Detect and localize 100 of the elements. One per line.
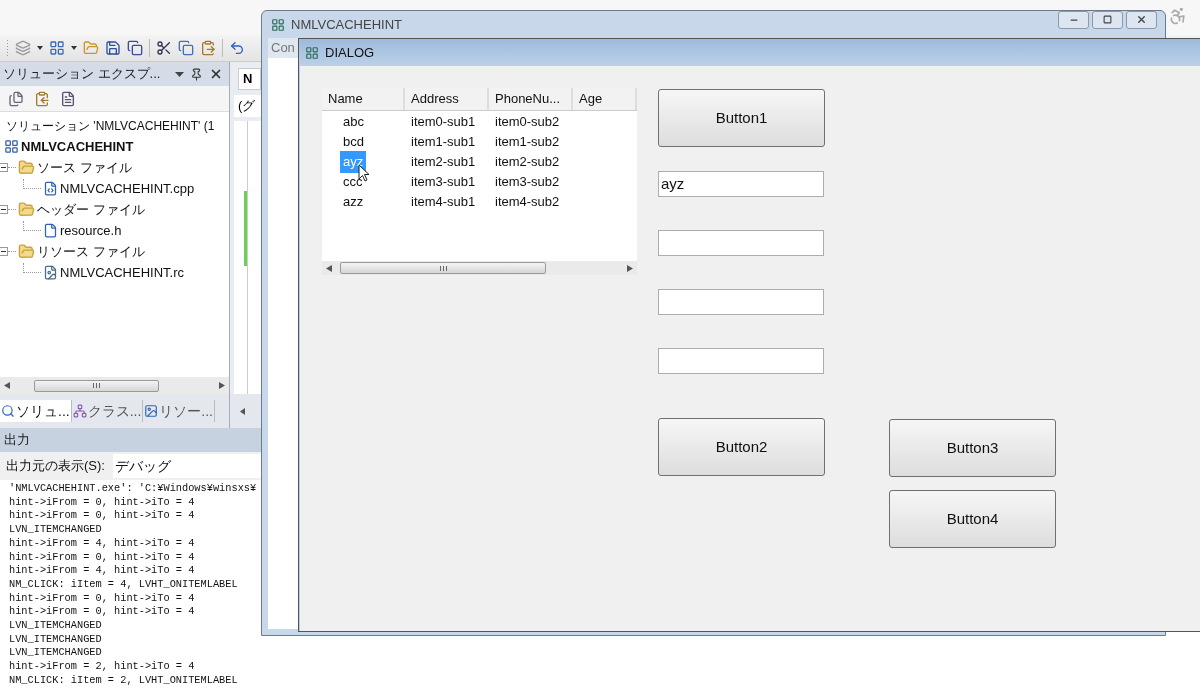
output-line: hint->iFrom = 0, hint->iTo = 4 — [9, 550, 195, 565]
output-line: hint->iFrom = 0, hint->iTo = 4 — [9, 509, 195, 524]
output-line: hint->iFrom = 4, hint->iTo = 4 — [9, 536, 195, 551]
tree-item[interactable]: NMLVCACHEHINT — [21, 136, 134, 157]
folder-icon — [18, 159, 35, 176]
field-label: 出力元の表示(S): — [6, 457, 105, 476]
panel-title: 出力 — [4, 431, 30, 450]
output-line: hint->iFrom = 0, hint->iTo = 4 — [9, 605, 195, 620]
text-field[interactable]: ayz — [658, 171, 824, 197]
files-icon[interactable] — [8, 90, 24, 107]
grid-icon[interactable] — [49, 40, 65, 56]
clipboard-icon[interactable] — [34, 90, 50, 107]
dialog-button[interactable]: Button2 — [658, 418, 825, 476]
text-field[interactable] — [658, 230, 824, 256]
collapse-toggle[interactable] — [0, 163, 8, 172]
scroll-right-icon[interactable] — [627, 264, 633, 272]
list-cell-text: item2-sub2 — [495, 153, 560, 172]
output-line: LVN_ITEMCHANGED — [9, 646, 102, 661]
output-line: NM_CLICK: iItem = 2, LVHT_ONITEMLABEL — [9, 673, 238, 688]
dialog-button[interactable]: Button4 — [889, 490, 1056, 548]
caret-icon[interactable] — [37, 46, 43, 50]
file-icon — [43, 223, 58, 238]
output-line: LVN_ITEMCHANGED — [9, 523, 102, 537]
scroll-right-icon[interactable] — [219, 382, 225, 389]
list-cell[interactable]: abc — [340, 111, 367, 133]
scrollbar-thumb[interactable] — [34, 379, 159, 392]
output-line: NM_CLICK: iItem = 4, LVHT_ONITEMLABEL — [9, 577, 238, 592]
list-cell-text: item0-sub2 — [495, 113, 560, 132]
maximize-button[interactable] — [1092, 10, 1123, 29]
menu-item[interactable]: Con — [271, 38, 295, 58]
list-cell-text: item1-sub2 — [495, 133, 560, 152]
minimize-button[interactable] — [1058, 10, 1089, 29]
list-cell-text: item0-sub1 — [411, 113, 476, 132]
text-field[interactable] — [658, 348, 824, 374]
close-button[interactable] — [1126, 10, 1157, 29]
text-field[interactable] — [658, 289, 824, 315]
output-line: hint->iFrom = 4, hint->iTo = 4 — [9, 564, 195, 578]
grip-icon — [93, 383, 100, 388]
column-header[interactable]: PhoneNu... — [489, 88, 573, 110]
panel-tab[interactable]: リソー... — [143, 400, 215, 422]
code-file-icon — [43, 181, 58, 196]
list-cell-text: item1-sub1 — [411, 133, 476, 152]
dialog-button[interactable]: Button1 — [658, 89, 825, 147]
search-icon — [1, 404, 15, 418]
dialog-button[interactable]: Button3 — [889, 419, 1056, 477]
output-line: hint->iFrom = 0, hint->iTo = 4 — [9, 495, 195, 510]
list-cell-text: item4-sub1 — [411, 193, 476, 212]
tree-item[interactable]: ヘッダー ファイル — [37, 199, 145, 220]
output-line: hint->iFrom = 0, hint->iTo = 4 — [9, 591, 195, 606]
column-header[interactable]: Name — [322, 88, 405, 110]
list-cell[interactable]: azz — [340, 191, 367, 213]
list-cell-text: item4-sub2 — [495, 193, 560, 212]
scroll-left-icon[interactable] — [240, 407, 245, 415]
toolbar-grip-icon[interactable] — [6, 39, 9, 57]
window-title: NMLVCACHEHINT — [291, 15, 402, 34]
close-icon — [1136, 14, 1147, 25]
tree-item[interactable]: NMLVCACHEHINT.cpp — [60, 178, 195, 199]
folder-icon — [18, 243, 35, 260]
column-header[interactable]: Address — [405, 88, 489, 110]
pin-icon[interactable] — [190, 67, 203, 81]
tree-item[interactable]: ソース ファイル — [37, 157, 132, 178]
output-line: LVN_ITEMCHANGED — [9, 632, 102, 647]
tree-item[interactable]: リソース ファイル — [37, 241, 145, 262]
maximize-icon — [1103, 15, 1112, 24]
paste-icon[interactable] — [200, 40, 216, 56]
panel-tab[interactable]: ソリュ... — [0, 400, 72, 422]
tree-item[interactable]: NMLVCACHEHINT.rc — [60, 262, 184, 283]
column-header[interactable]: Age — [573, 88, 637, 110]
undo-icon[interactable] — [229, 40, 245, 56]
output-line: LVN_ITEMCHANGED — [9, 619, 102, 633]
editor-combo[interactable]: (グ — [234, 95, 261, 117]
scroll-left-icon[interactable] — [326, 264, 332, 272]
output-line: 'NMLVCACHEHINT.exe': 'C:¥Windows¥winsxs¥ — [9, 482, 257, 496]
list-cell-text: item3-sub2 — [495, 173, 560, 192]
grip-icon — [439, 265, 447, 271]
output-line: hint->iFrom = 2, hint->iTo = 4 — [9, 660, 195, 674]
panel-title: ソリューション エクスプ... — [3, 65, 162, 84]
scissors-icon[interactable] — [156, 40, 172, 56]
collapse-toggle[interactable] — [0, 205, 8, 214]
collapse-toggle[interactable] — [0, 247, 8, 256]
resource-file-icon — [43, 265, 58, 280]
list-view[interactable]: Name Address PhoneNu... Age abc item0-sub1 item0-sub2 bcd item1-sub1 item1-sub2 ayz item2-sub1 item2-sub2 ccc item3-sub1 item3-sub2 azz item4-sub1 item4-sub2 — [322, 88, 637, 275]
tree-item[interactable]: ソリューション 'NMLVCACHEHINT' (1 — [6, 116, 215, 135]
scroll-left-icon[interactable] — [4, 382, 10, 389]
window-title: DIALOG — [325, 43, 375, 62]
save-icon[interactable] — [105, 40, 121, 56]
horizontal-scrollbar[interactable] — [322, 261, 637, 275]
copy-icon[interactable] — [178, 40, 194, 56]
dropdown-icon[interactable] — [175, 71, 184, 77]
horizontal-scrollbar[interactable] — [0, 377, 229, 394]
tree-item[interactable]: resource.h — [60, 220, 122, 241]
list-cell-text: item3-sub1 — [411, 173, 476, 192]
panel-tab[interactable]: クラス... — [71, 400, 144, 422]
editor-tab[interactable]: N — [238, 68, 261, 90]
caret-icon[interactable] — [71, 46, 77, 50]
layers-icon[interactable] — [15, 40, 31, 56]
folder-icon — [18, 201, 35, 218]
list-cell[interactable]: bcd — [340, 131, 367, 153]
scrollbar-thumb[interactable] — [340, 262, 546, 274]
close-icon[interactable] — [209, 67, 223, 81]
